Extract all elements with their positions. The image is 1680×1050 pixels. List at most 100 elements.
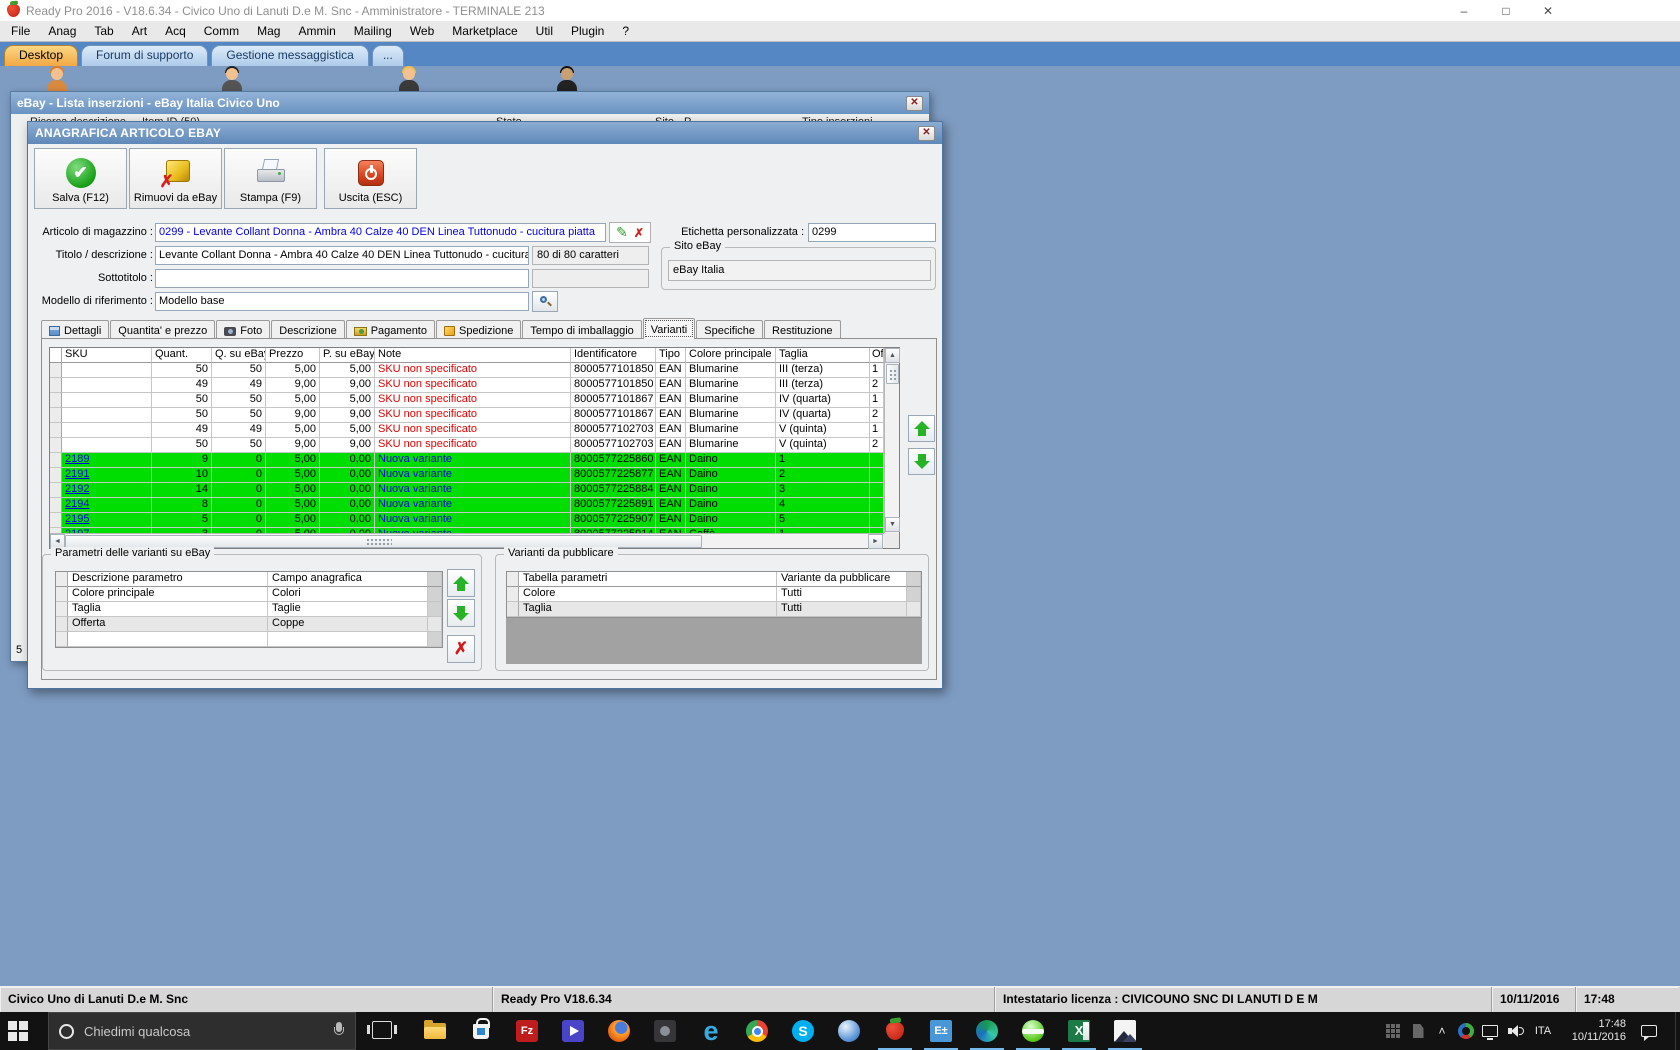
cell-p-su-ebay[interactable]: 5,00 [320,393,375,408]
scroll-up-icon[interactable]: ▲ [885,348,900,363]
cell-note[interactable]: Nuova variante [375,453,571,468]
cell-prezzo[interactable]: 5,00 [266,468,320,483]
cell-offerta[interactable] [870,468,884,483]
user-avatar-icon[interactable] [396,66,422,92]
menu-mag[interactable]: Mag [248,22,289,40]
menu-help[interactable]: ? [613,22,638,40]
cell-sku[interactable] [62,378,152,393]
table-row[interactable]: Colore principale Colori [56,587,442,602]
ready-pro-icon[interactable] [872,1012,918,1050]
cell-quant[interactable]: 50 [152,393,212,408]
microphone-icon[interactable] [333,1022,345,1040]
move-up-button[interactable] [908,415,935,442]
lime-app-icon[interactable] [1010,1012,1056,1050]
cell-q-su-ebay[interactable]: 0 [212,453,266,468]
menu-art[interactable]: Art [123,22,156,40]
row-selector[interactable] [50,453,62,468]
cell-colore-principale[interactable]: Blumarine [686,363,776,378]
cell-p-su-ebay[interactable]: 0,00 [320,498,375,513]
header-campo-anagrafica[interactable]: Campo anagrafica [268,572,428,587]
menu-tab[interactable]: Tab [85,22,122,40]
ebay-window-titlebar[interactable]: eBay - Lista inserzioni - eBay Italia Ci… [11,92,929,114]
document-tray-icon[interactable] [1408,1012,1428,1050]
header-variante-da-pubblicare[interactable]: Variante da pubblicare [777,572,907,587]
cell-sku[interactable]: 2191 [62,468,152,483]
table-row[interactable] [56,632,442,647]
tab-gestione-messaggistica[interactable]: Gestione messaggistica [211,45,369,66]
close-icon[interactable]: ✕ [1527,0,1569,21]
cell-campo[interactable] [268,632,428,647]
header-prezzo[interactable]: Prezzo [266,348,320,363]
cell-note[interactable]: SKU non specificato [375,363,571,378]
cell-note[interactable]: SKU non specificato [375,408,571,423]
cell-descrizione[interactable]: Colore principale [68,587,268,602]
firefox-icon[interactable] [596,1012,642,1050]
cell-colore-principale[interactable]: Blumarine [686,378,776,393]
tab-descrizione[interactable]: Descrizione [271,320,345,339]
cell-taglia[interactable]: III (terza) [776,378,870,393]
tab-spedizione[interactable]: Spedizione [435,320,522,339]
cell-q-su-ebay[interactable]: 50 [212,408,266,423]
cell-identificatore[interactable]: 8000577101850 [571,363,656,378]
header-quant[interactable]: Quant. [152,348,212,363]
row-selector[interactable] [50,393,62,408]
tab-foto[interactable]: Foto [216,320,271,339]
tab-desktop[interactable]: Desktop [4,45,79,66]
cell-quant[interactable]: 9 [152,453,212,468]
sito-ebay-field[interactable]: eBay Italia [668,260,931,281]
row-selector[interactable] [50,408,62,423]
cell-tabella[interactable]: Taglia [519,602,777,617]
header-colore-principale[interactable]: Colore principale [686,348,776,363]
cell-colore-principale[interactable]: Daino [686,453,776,468]
user-avatar-icon[interactable] [554,66,580,92]
cell-prezzo[interactable]: 5,00 [266,393,320,408]
menu-ammin[interactable]: Ammin [289,22,344,40]
cell-p-su-ebay[interactable]: 9,00 [320,408,375,423]
header-sku[interactable]: SKU [62,348,152,363]
tray-app-icon[interactable] [1454,1012,1478,1050]
row-selector[interactable] [50,468,62,483]
cell-q-su-ebay[interactable]: 50 [212,393,266,408]
cell-colore-principale[interactable]: Blumarine [686,393,776,408]
cell-quant[interactable]: 5 [152,513,212,528]
menu-plugin[interactable]: Plugin [562,22,613,40]
menu-file[interactable]: File [2,22,39,40]
cell-campo[interactable]: Coppe [268,617,428,632]
table-row[interactable]: Offerta Coppe [56,617,442,632]
cell-identificatore[interactable]: 8000577225907 [571,513,656,528]
cell-note[interactable]: Nuova variante [375,468,571,483]
cell-offerta[interactable]: 1 [870,393,884,408]
close-icon[interactable]: ✕ [906,95,923,111]
cell-note[interactable]: Nuova variante [375,513,571,528]
cell-offerta[interactable] [870,498,884,513]
menu-mailing[interactable]: Mailing [345,22,401,40]
clock[interactable]: 17:48 10/11/2016 [1560,1012,1626,1050]
cell-colore-principale[interactable]: Blumarine [686,438,776,453]
menu-comm[interactable]: Comm [195,22,248,40]
user-avatar-icon[interactable] [219,66,245,92]
scroll-right-icon[interactable]: ► [868,534,883,549]
row-selector[interactable] [507,602,519,617]
table-row[interactable]: 2194 8 0 5,00 0,00 Nuova variante 800057… [50,498,884,513]
start-button-icon[interactable] [8,1020,34,1042]
volume-icon[interactable] [1504,1012,1528,1050]
cell-offerta[interactable] [870,483,884,498]
cell-p-su-ebay[interactable]: 5,00 [320,423,375,438]
cell-q-su-ebay[interactable]: 0 [212,483,266,498]
header-note[interactable]: Note [375,348,571,363]
tab-forum-di-supporto[interactable]: Forum di supporto [81,45,209,66]
cell-tipo[interactable]: EAN [656,483,686,498]
param-move-up-button[interactable] [447,569,475,597]
cell-variante[interactable]: Tutti [777,587,907,602]
cell-offerta[interactable] [870,513,884,528]
cell-tipo[interactable]: EAN [656,408,686,423]
row-selector[interactable] [56,632,68,647]
cell-descrizione[interactable] [68,632,268,647]
cell-offerta[interactable]: 2 [870,408,884,423]
row-selector[interactable] [50,378,62,393]
cell-quant[interactable]: 49 [152,378,212,393]
row-selector[interactable] [50,483,62,498]
cell-taglia[interactable]: 4 [776,498,870,513]
cell-tipo[interactable]: EAN [656,453,686,468]
cell-q-su-ebay[interactable]: 49 [212,423,266,438]
